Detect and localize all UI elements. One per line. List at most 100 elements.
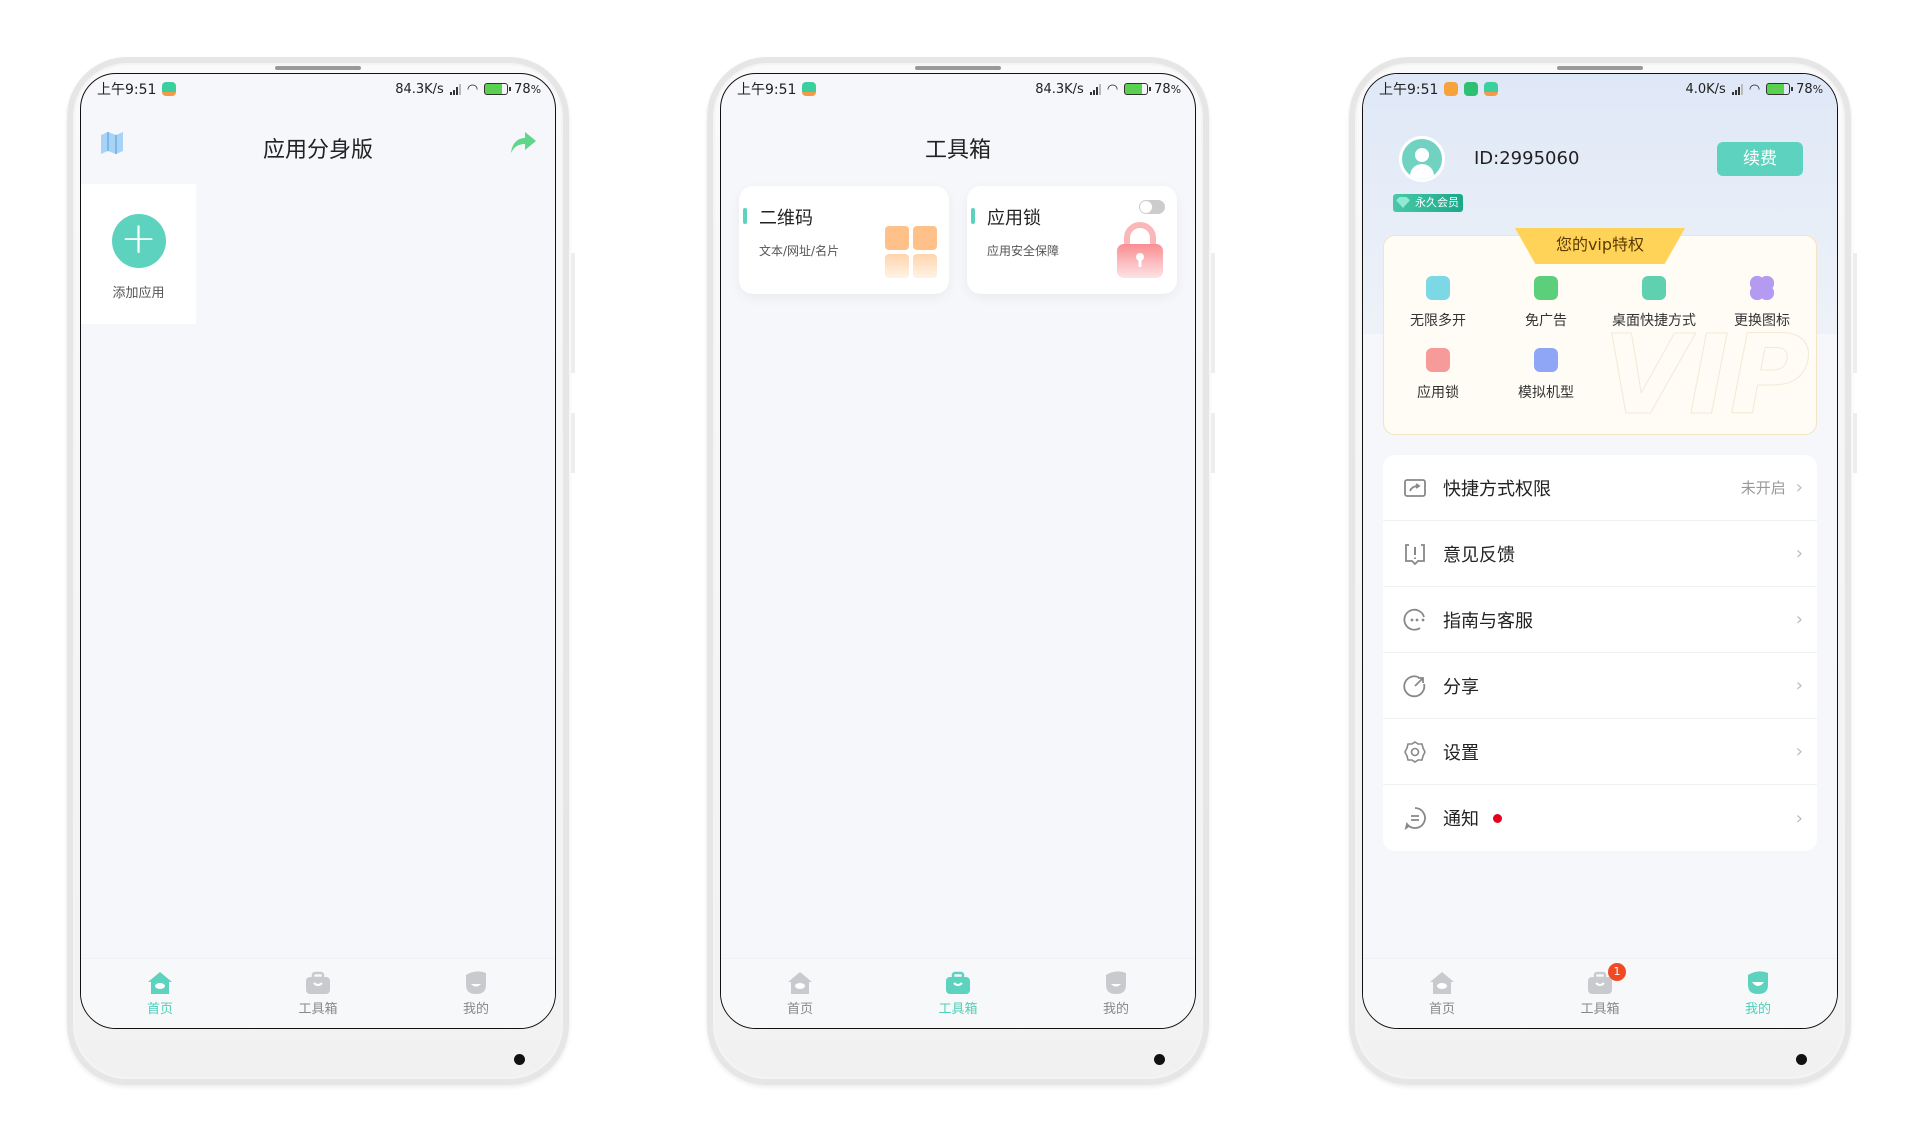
add-app-tile[interactable]: + 添加应用 [81,184,196,324]
nav-home-label: 首页 [786,1001,813,1017]
clover-icon [1750,276,1774,300]
vip-perk-device-model[interactable]: 模拟机型 [1492,348,1600,402]
vip-perk-shortcut[interactable]: 桌面快捷方式 [1600,276,1708,330]
nav-toolbox[interactable]: 1 工具箱 [1550,962,1650,1017]
battery-unit: % [530,82,541,96]
chevron-right-icon: › [1795,675,1803,696]
accent-bar [971,208,975,224]
signal-icon [1731,83,1743,95]
nav-home[interactable]: 首页 [750,971,850,1017]
battery-icon [1766,83,1794,95]
home-icon [788,971,812,994]
wifi-icon: ◠ [1106,81,1119,97]
device-icon [1534,348,1558,372]
toolbox-badge: 1 [1608,962,1626,981]
side-button [571,413,575,473]
wifi-icon: ◠ [1748,81,1761,97]
bottom-nav: 首页 1 工具箱 我的 [1363,958,1837,1028]
nav-home[interactable]: 首页 [1392,971,1492,1017]
nav-toolbox[interactable]: 工具箱 [908,971,1008,1017]
user-id: ID:2995060 [1474,148,1580,169]
vip-perk-label: 模拟机型 [1518,385,1574,401]
camera [514,1054,525,1065]
menu-feedback[interactable]: 意见反馈 › [1383,521,1817,587]
accent-bar [743,208,747,224]
app-notification-icon [1484,82,1499,96]
battery-percent: 78 [514,81,531,97]
vip-title: 您的vip特权 [1515,228,1685,264]
nav-toolbox-label: 工具箱 [298,1001,338,1017]
speaker [275,66,361,70]
nav-toolbox-label: 工具箱 [938,1001,978,1017]
menu-label: 快捷方式权限 [1443,478,1551,500]
nav-me-label: 我的 [462,1001,489,1017]
battery-percent: 78 [1796,81,1813,97]
menu-share[interactable]: 分享 › [1383,653,1817,719]
menu-notification[interactable]: 通知 › [1383,785,1817,851]
tool-card-applock[interactable]: 应用锁 应用安全保障 [967,186,1177,294]
vip-perk-app-lock[interactable]: 应用锁 [1384,348,1492,402]
vip-perk-no-ads[interactable]: 免广告 [1492,276,1600,330]
chevron-right-icon: › [1795,741,1803,762]
battery-icon [1124,83,1152,95]
share-icon [1403,674,1426,697]
home-icon [148,971,172,994]
menu-label: 指南与客服 [1443,610,1533,632]
nav-me[interactable]: 我的 [1708,970,1808,1017]
vip-perks-panel: VIP 您的vip特权 无限多开 免广告 桌面快捷方式 更换图标 应用锁 模拟机… [1383,228,1817,435]
phone-home: 上午9:51 84.3K/s ◠ 78% 应用分身版 + 添加应用 首页 工具箱… [67,57,575,1085]
settings-icon [1404,740,1426,763]
avatar[interactable] [1399,136,1445,182]
nav-me[interactable]: 我的 [426,970,526,1017]
phone-toolbox: 上午9:51 84.3K/s ◠ 78% 工具箱 二维码 文本/网址/名片 应用… [707,57,1215,1085]
app-notification-icon [162,82,177,96]
app-lock-toggle[interactable] [1139,200,1165,214]
bottom-nav: 首页 工具箱 我的 [81,958,555,1028]
vip-perk-multi-open[interactable]: 无限多开 [1384,276,1492,330]
battery-icon [484,83,512,95]
nav-home[interactable]: 首页 [110,971,210,1017]
page-title: 工具箱 [924,138,991,163]
tool-card-qrcode[interactable]: 二维码 文本/网址/名片 [739,186,949,294]
toolbox-icon [946,971,970,994]
member-badge-label: 永久会员 [1415,196,1459,209]
member-badge: 永久会员 [1393,194,1463,212]
menu-settings[interactable]: 设置 › [1383,719,1817,785]
add-app-label: 添加应用 [112,286,165,301]
network-speed: 84.3K/s [1035,81,1084,97]
unread-dot [1493,813,1502,823]
vip-perk-label: 桌面快捷方式 [1612,313,1696,329]
side-button [1211,413,1215,473]
battery-unit: % [1812,82,1823,96]
plus-icon[interactable]: + [111,214,166,268]
nav-me[interactable]: 我的 [1066,970,1166,1017]
network-speed: 84.3K/s [395,81,444,97]
lock-icon [1426,348,1450,372]
vip-perk-change-icon[interactable]: 更换图标 [1708,276,1816,330]
profile-icon [1106,970,1126,994]
nav-me-label: 我的 [1744,1001,1771,1017]
camera [1154,1054,1165,1065]
battery-percent: 78 [1154,81,1171,97]
menu-shortcut-permission[interactable]: 快捷方式权限 未开启 › [1383,455,1817,521]
menu-guide-service[interactable]: 指南与客服 › [1383,587,1817,653]
renew-button[interactable]: 续费 [1717,142,1803,176]
menu-label: 通知 [1443,809,1479,830]
status-bar: 上午9:51 4.0K/s ◠ 78% [1363,74,1837,104]
nav-toolbox[interactable]: 工具箱 [268,971,368,1017]
screen-me: 上午9:51 4.0K/s ◠ 78% ID:2995060 续费 永久会员 V… [1362,73,1838,1029]
menu-status: 未开启 [1740,479,1786,497]
nav-home-label: 首页 [146,1001,173,1017]
share-arrow-icon[interactable] [509,130,537,156]
no-ads-icon [1534,276,1558,300]
side-button [1211,253,1215,373]
nav-me-label: 我的 [1102,1001,1129,1017]
speaker [915,66,1001,70]
shortcut-permission-icon [1404,478,1426,497]
qr-code-icon [885,226,937,278]
signal-icon [1089,83,1101,95]
customer-service-icon [1403,608,1425,631]
status-bar: 上午9:51 84.3K/s ◠ 78% [721,74,1195,104]
wifi-icon: ◠ [466,81,479,97]
nav-toolbox-label: 工具箱 [1580,1001,1620,1017]
